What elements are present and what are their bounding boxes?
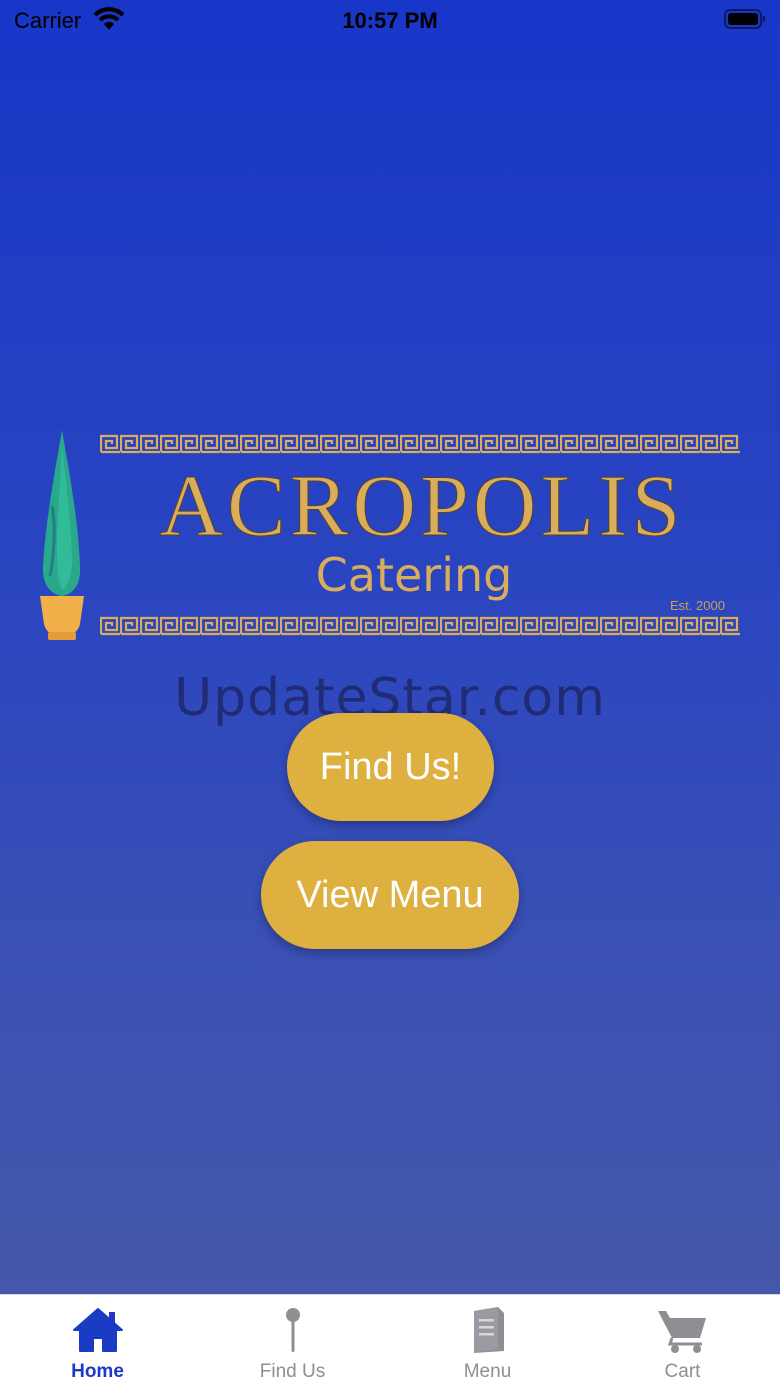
- cypress-tree-icon: [40, 430, 84, 640]
- clock: 10:57 PM: [342, 8, 438, 33]
- logo-subtitle: Catering: [315, 548, 513, 602]
- logo-title: ACROPOLIS: [159, 458, 685, 556]
- acropolis-logo: ACROPOLIS Catering Est. 2000: [34, 426, 744, 646]
- tab-bar: Home Find Us Menu Cart: [0, 1294, 780, 1387]
- tab-cart[interactable]: Cart: [585, 1295, 780, 1387]
- cart-icon: [656, 1305, 710, 1355]
- tab-menu-label: Menu: [463, 1361, 512, 1382]
- pin-icon: [266, 1305, 320, 1355]
- greek-key-border-top: [100, 434, 740, 454]
- tab-cart-label: Cart: [664, 1361, 701, 1382]
- tab-home-label: Home: [71, 1361, 124, 1382]
- home-screen: Carrier 10:57 PM ACROPOLIS Catering Est.…: [0, 0, 780, 1294]
- status-bar: Carrier 10:57 PM: [0, 0, 780, 40]
- home-icon: [71, 1305, 125, 1355]
- menu-book-icon: [461, 1305, 515, 1355]
- find-us-button[interactable]: Find Us!: [287, 713, 494, 821]
- tab-find-us-label: Find Us: [259, 1361, 326, 1382]
- battery-icon: [724, 9, 765, 29]
- greek-key-border-bottom: [100, 616, 740, 636]
- tab-find-us[interactable]: Find Us: [195, 1295, 390, 1387]
- tab-home[interactable]: Home: [0, 1295, 195, 1387]
- logo-established: Est. 2000: [670, 598, 725, 613]
- tab-menu[interactable]: Menu: [390, 1295, 585, 1387]
- view-menu-button[interactable]: View Menu: [261, 841, 519, 949]
